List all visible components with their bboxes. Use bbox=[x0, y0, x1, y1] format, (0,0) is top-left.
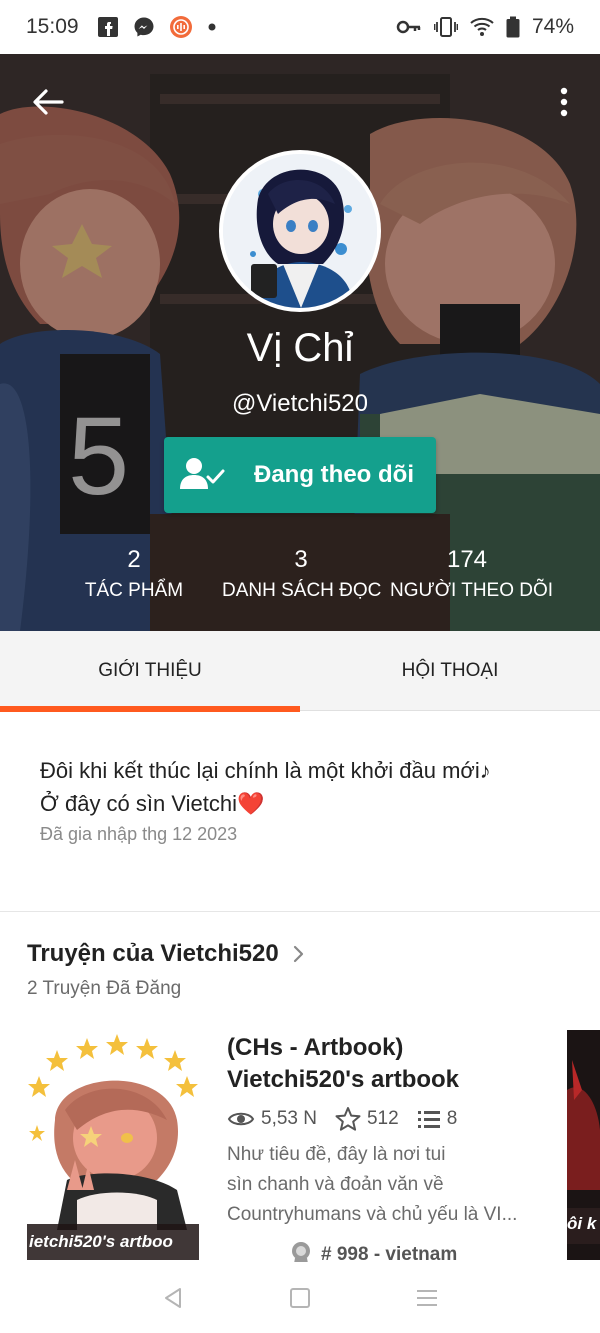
story-cover-caption: ietchi520's artboo bbox=[27, 1224, 199, 1260]
dot-icon bbox=[207, 22, 217, 32]
arrow-left-icon bbox=[33, 89, 64, 115]
stories-header[interactable]: Truyện của Vietchi520 bbox=[27, 940, 309, 968]
battery-icon bbox=[506, 16, 520, 38]
story-card[interactable]: ietchi520's artboo (CHs - Artbook) Vietc… bbox=[27, 1030, 547, 1269]
user-check-icon bbox=[180, 458, 225, 489]
next-story-cover[interactable]: ôi k bbox=[567, 1030, 600, 1260]
stat-followers-label: NGƯỜI THEO DÕI bbox=[390, 580, 554, 601]
stories-title: Truyện của Vietchi520 bbox=[27, 940, 279, 967]
hamburger-menu-icon bbox=[416, 1289, 437, 1306]
bio-line-2: Ở đây có sìn Vietchi❤️ bbox=[40, 791, 265, 816]
avatar-image bbox=[223, 154, 377, 308]
story-parts: 8 bbox=[446, 1108, 458, 1129]
avatar[interactable] bbox=[219, 150, 381, 312]
stat-reading-lists-label: DANH SÁCH ĐỌC bbox=[222, 580, 382, 601]
wifi-icon bbox=[470, 17, 494, 37]
tab-conversations[interactable]: HỘI THOẠI bbox=[300, 631, 600, 711]
more-options-button[interactable] bbox=[552, 82, 576, 122]
list-icon bbox=[417, 1111, 440, 1128]
star-icon bbox=[335, 1107, 361, 1131]
eye-icon bbox=[227, 1112, 255, 1126]
messenger-icon bbox=[133, 16, 155, 38]
triangle-back-icon bbox=[165, 1287, 182, 1308]
stat-reading-lists-count: 3 bbox=[294, 546, 308, 573]
stat-followers[interactable]: 174 NGƯỜI THEO DÕI bbox=[390, 546, 554, 602]
stories-count: 2 Truyện Đã Đăng bbox=[27, 978, 182, 999]
tab-about[interactable]: GIỚI THIỆU bbox=[0, 631, 300, 712]
about-section: Đôi khi kết thúc lại chính là một khởi đ… bbox=[0, 712, 600, 912]
story-description-line-3: Countryhumans và chủ yếu là VI... bbox=[227, 1204, 518, 1225]
story-reads: 5,53 N bbox=[261, 1108, 317, 1129]
username-handle: @Vietchi520 bbox=[231, 390, 368, 417]
story-cover[interactable]: ietchi520's artboo bbox=[27, 1030, 199, 1260]
profile-header: 5 Vị Chỉ @Vietchi520 Đang theo dõi 2 TÁC… bbox=[0, 54, 600, 631]
status-time: 15:09 bbox=[26, 15, 79, 38]
battery-percent: 74% bbox=[531, 15, 574, 38]
vibrate-icon bbox=[433, 16, 458, 38]
stat-works-count: 2 bbox=[127, 546, 141, 573]
profile-tabs: GIỚI THIỆU HỘI THOẠI bbox=[0, 631, 600, 712]
profile-stats: 2 TÁC PHẨM 3 DANH SÁCH ĐỌC 174 NGƯỜI THE… bbox=[0, 546, 600, 606]
story-info: (CHs - Artbook) Vietchi520's artbook 5,5… bbox=[227, 1032, 542, 1270]
square-home-icon bbox=[289, 1287, 310, 1308]
story-votes: 512 bbox=[366, 1108, 399, 1129]
story-title-line-2: Vietchi520's artbook bbox=[227, 1066, 460, 1093]
story-description: Như tiêu đề, đây là nơi tui sìn chanh và… bbox=[227, 1140, 542, 1230]
key-icon bbox=[396, 17, 422, 37]
display-name: Vị Chỉ bbox=[246, 326, 354, 370]
stat-works[interactable]: 2 TÁC PHẨM bbox=[84, 546, 184, 602]
more-vertical-icon bbox=[560, 87, 568, 117]
next-story-cover-caption: ôi k bbox=[567, 1214, 597, 1233]
system-nav-bar bbox=[0, 1262, 600, 1333]
story-description-line-1: Như tiêu đề, đây là nơi tui bbox=[227, 1144, 446, 1165]
following-button-label: Đang theo dõi bbox=[254, 461, 414, 488]
stat-works-label: TÁC PHẨM bbox=[84, 580, 184, 601]
back-button[interactable] bbox=[28, 82, 68, 122]
status-bar: 15:09 74% bbox=[0, 0, 600, 54]
podcast-icon bbox=[169, 15, 193, 39]
following-button[interactable]: Đang theo dõi bbox=[164, 437, 436, 513]
stat-followers-count: 174 bbox=[446, 546, 488, 573]
nav-back-button[interactable] bbox=[158, 1283, 188, 1313]
nav-home-button[interactable] bbox=[285, 1283, 315, 1313]
joined-date: Đã gia nhập thg 12 2023 bbox=[40, 824, 238, 844]
nav-menu-button[interactable] bbox=[412, 1283, 442, 1313]
stat-reading-lists[interactable]: 3 DANH SÁCH ĐỌC bbox=[222, 546, 382, 602]
facebook-icon bbox=[97, 16, 119, 38]
story-description-line-2: sìn chanh và đoản văn về bbox=[227, 1174, 444, 1195]
story-stats: 5,53 N 512 8 bbox=[227, 1106, 542, 1132]
story-title-line-1: (CHs - Artbook) bbox=[227, 1034, 404, 1061]
chevron-right-icon bbox=[293, 945, 303, 963]
bio-line-1: Đôi khi kết thúc lại chính là một khởi đ… bbox=[40, 758, 491, 783]
